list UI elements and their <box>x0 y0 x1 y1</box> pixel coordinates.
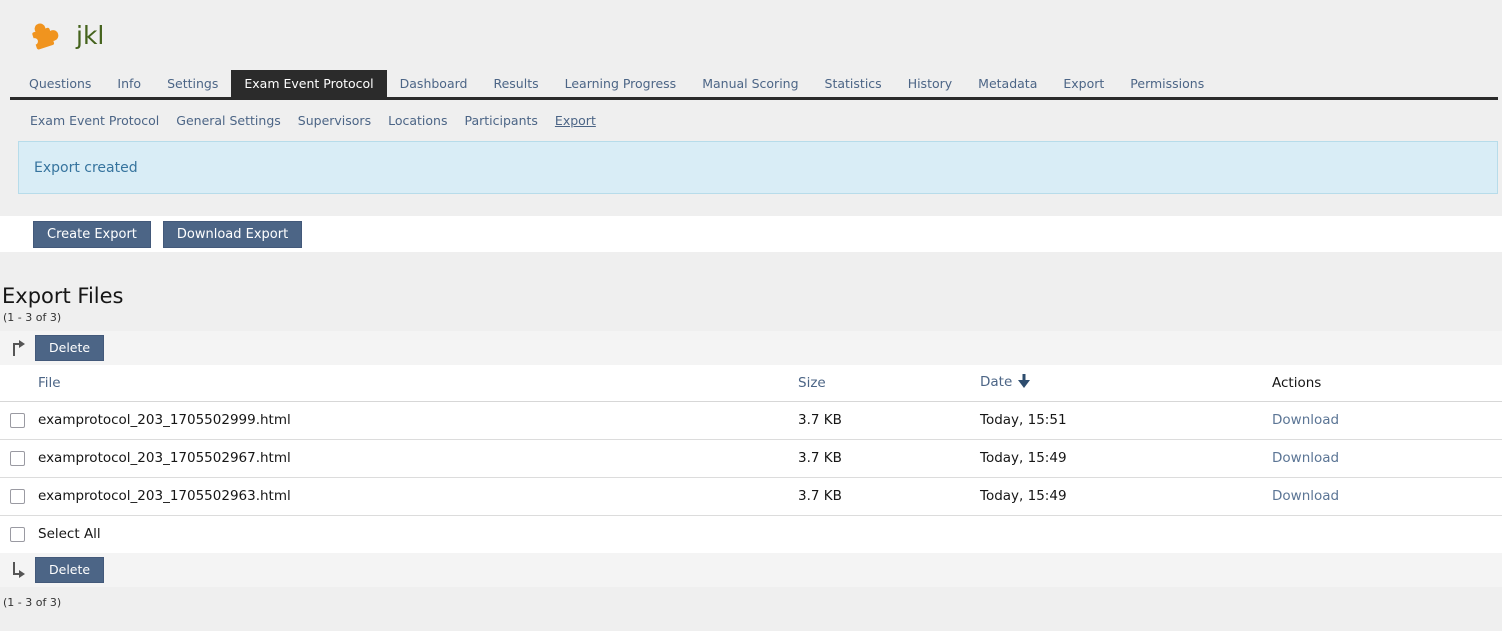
subtab-general-settings[interactable]: General Settings <box>176 113 281 128</box>
create-export-button[interactable]: Create Export <box>33 221 151 248</box>
table-toolbar-top: Delete <box>0 331 1502 365</box>
main-tab-bar: Questions Info Settings Exam Event Proto… <box>0 70 1502 97</box>
table-row: examprotocol_203_1705502967.html 3.7 KB … <box>0 439 1502 477</box>
tab-history[interactable]: History <box>895 70 965 97</box>
download-link[interactable]: Download <box>1272 488 1339 504</box>
file-name: examprotocol_203_1705502967.html <box>30 439 790 477</box>
app-header: jkl <box>0 0 1502 70</box>
tab-info[interactable]: Info <box>104 70 154 97</box>
tab-dashboard[interactable]: Dashboard <box>387 70 481 97</box>
arrow-turn-up-right-icon <box>10 338 26 358</box>
sort-descending-icon <box>1018 376 1030 392</box>
file-name: examprotocol_203_1705502999.html <box>30 401 790 439</box>
table-row: examprotocol_203_1705502999.html 3.7 KB … <box>0 401 1502 439</box>
tab-export[interactable]: Export <box>1050 70 1117 97</box>
section-title: Export Files <box>2 284 1502 308</box>
puzzle-icon <box>24 17 60 53</box>
file-size: 3.7 KB <box>790 401 972 439</box>
sub-tab-bar: Exam Event Protocol General Settings Sup… <box>0 100 1502 139</box>
pagination-info-top: (1 - 3 of 3) <box>2 311 1502 324</box>
subtab-export[interactable]: Export <box>555 113 596 128</box>
arrow-turn-down-right-icon <box>10 560 26 580</box>
spacer <box>0 194 1502 216</box>
file-date: Today, 15:51 <box>972 401 1264 439</box>
tab-questions[interactable]: Questions <box>16 70 104 97</box>
select-all-label[interactable]: Select All <box>30 515 1502 553</box>
file-size: 3.7 KB <box>790 477 972 515</box>
subtab-exam-event-protocol[interactable]: Exam Event Protocol <box>30 113 159 128</box>
export-actions-toolbar: Create Export Download Export <box>0 216 1502 252</box>
info-message-text: Export created <box>34 160 138 176</box>
table-toolbar-bottom: Delete <box>0 553 1502 587</box>
delete-selected-button-top[interactable]: Delete <box>35 335 104 361</box>
select-all-row: Select All <box>0 515 1502 553</box>
select-all-checkbox[interactable] <box>10 527 25 542</box>
column-header-date[interactable]: Date <box>972 365 1264 401</box>
tab-results[interactable]: Results <box>480 70 551 97</box>
delete-selected-button-bottom[interactable]: Delete <box>35 557 104 583</box>
tab-metadata[interactable]: Metadata <box>965 70 1050 97</box>
export-files-table: File Size Date Actions examprotocol_203_… <box>0 365 1502 553</box>
subtab-supervisors[interactable]: Supervisors <box>298 113 371 128</box>
row-checkbox[interactable] <box>10 451 25 466</box>
row-checkbox[interactable] <box>10 489 25 504</box>
column-header-file[interactable]: File <box>30 365 790 401</box>
header-checkbox-spacer <box>0 365 30 401</box>
table-header-row: File Size Date Actions <box>0 365 1502 401</box>
file-name: examprotocol_203_1705502963.html <box>30 477 790 515</box>
tab-learning-progress[interactable]: Learning Progress <box>552 70 690 97</box>
page-title: jkl <box>76 21 104 50</box>
tab-exam-event-protocol[interactable]: Exam Event Protocol <box>231 70 386 97</box>
file-size: 3.7 KB <box>790 439 972 477</box>
download-link[interactable]: Download <box>1272 412 1339 428</box>
info-message: Export created <box>18 141 1498 194</box>
tab-settings[interactable]: Settings <box>154 70 231 97</box>
tab-permissions[interactable]: Permissions <box>1117 70 1217 97</box>
file-date: Today, 15:49 <box>972 477 1264 515</box>
column-header-size[interactable]: Size <box>790 365 972 401</box>
subtab-locations[interactable]: Locations <box>388 113 447 128</box>
table-row: examprotocol_203_1705502963.html 3.7 KB … <box>0 477 1502 515</box>
subtab-participants[interactable]: Participants <box>464 113 537 128</box>
download-link[interactable]: Download <box>1272 450 1339 466</box>
row-checkbox[interactable] <box>10 413 25 428</box>
file-date: Today, 15:49 <box>972 439 1264 477</box>
tab-manual-scoring[interactable]: Manual Scoring <box>689 70 811 97</box>
export-files-section-header: Export Files (1 - 3 of 3) <box>0 252 1502 331</box>
download-export-button[interactable]: Download Export <box>163 221 302 248</box>
tab-statistics[interactable]: Statistics <box>812 70 895 97</box>
column-header-actions: Actions <box>1264 365 1502 401</box>
pagination-info-bottom: (1 - 3 of 3) <box>0 587 1502 629</box>
column-header-date-label: Date <box>980 374 1012 390</box>
